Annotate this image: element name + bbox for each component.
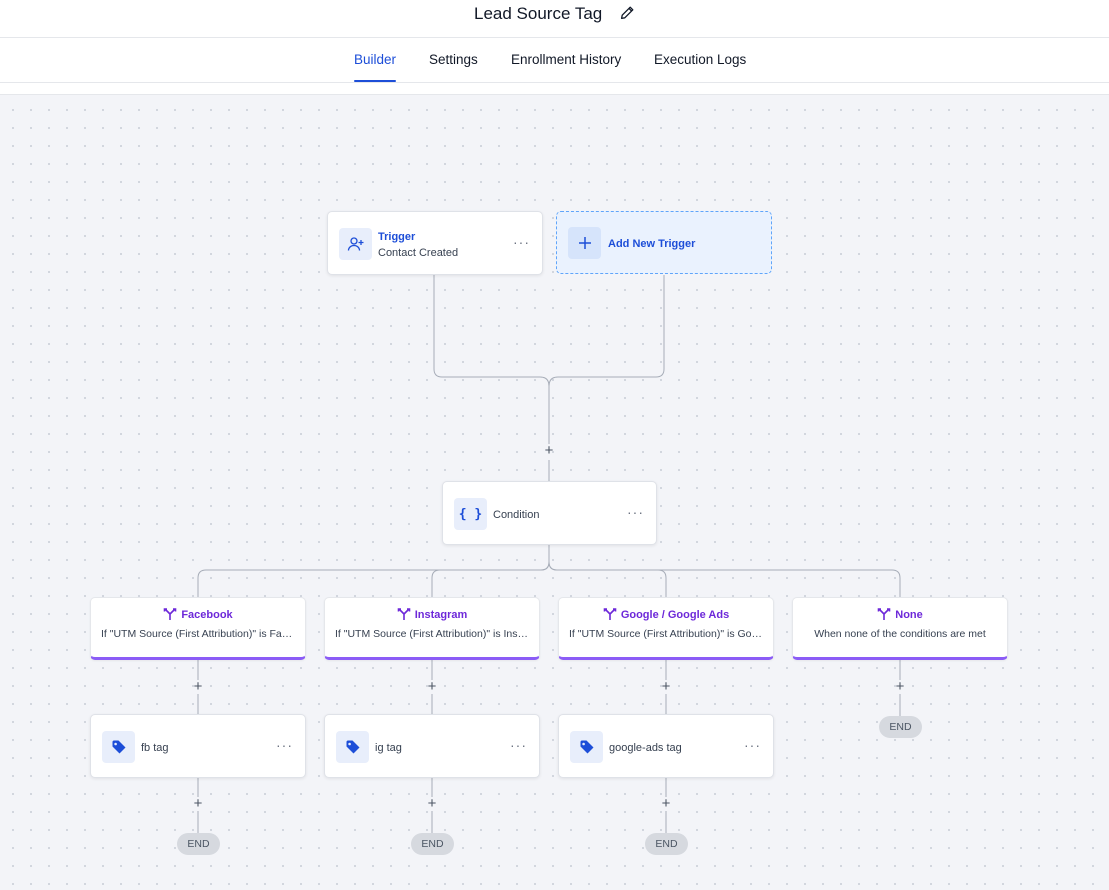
trigger-more-button[interactable]: ··· xyxy=(513,235,530,249)
branch-icon xyxy=(603,608,617,620)
trigger-node[interactable]: Trigger Contact Created ··· xyxy=(327,211,543,275)
workflow-title: Lead Source Tag xyxy=(474,4,603,23)
trigger-title: Trigger xyxy=(378,231,416,243)
tag-icon xyxy=(570,731,603,763)
add-step-plus-button[interactable]: + xyxy=(191,679,205,694)
tab-builder[interactable]: Builder xyxy=(354,52,397,82)
condition-more-button[interactable]: ··· xyxy=(627,505,644,519)
tab-settings[interactable]: Settings xyxy=(429,52,478,67)
action-node-fb-tag[interactable]: fb tag ··· xyxy=(90,714,306,778)
title-bar: Lead Source Tag xyxy=(0,0,1109,38)
action-more-button[interactable]: ··· xyxy=(276,738,293,752)
add-step-plus-button[interactable]: + xyxy=(425,796,439,811)
end-node: END xyxy=(177,833,220,855)
workflow-title-wrap: Lead Source Tag xyxy=(0,4,1109,24)
add-new-trigger-label: Add New Trigger xyxy=(608,238,696,250)
branch-google[interactable]: Google / Google Ads If "UTM Source (Firs… xyxy=(558,597,774,660)
add-step-plus-button[interactable]: + xyxy=(542,443,556,458)
pencil-icon[interactable] xyxy=(619,5,635,21)
add-step-plus-button[interactable]: + xyxy=(659,796,673,811)
branch-description: If "UTM Source (First Attribution)" is F… xyxy=(101,628,295,640)
branch-facebook[interactable]: Facebook If "UTM Source (First Attributi… xyxy=(90,597,306,660)
tab-enrollment-history[interactable]: Enrollment History xyxy=(511,52,621,67)
add-step-plus-button[interactable]: + xyxy=(659,679,673,694)
branch-icon xyxy=(877,608,891,620)
add-step-plus-button[interactable]: + xyxy=(191,796,205,811)
condition-label: Condition xyxy=(493,509,540,521)
tag-icon xyxy=(102,731,135,763)
user-plus-icon xyxy=(339,228,372,260)
branch-description: When none of the conditions are met xyxy=(814,628,986,640)
tab-bar: Builder Settings Enrollment History Exec… xyxy=(0,38,1109,83)
end-node: END xyxy=(411,833,454,855)
tab-execution-logs[interactable]: Execution Logs xyxy=(654,52,746,67)
branch-none[interactable]: None When none of the conditions are met xyxy=(792,597,1008,660)
action-label: ig tag xyxy=(375,742,402,754)
add-step-plus-button[interactable]: + xyxy=(425,679,439,694)
branch-name: Facebook xyxy=(181,609,233,621)
plus-icon xyxy=(568,227,601,259)
branch-name: Google / Google Ads xyxy=(620,609,730,621)
end-node: END xyxy=(879,716,922,738)
action-node-google-ads-tag[interactable]: google-ads tag ··· xyxy=(558,714,774,778)
action-more-button[interactable]: ··· xyxy=(744,738,761,752)
end-node: END xyxy=(645,833,688,855)
branch-icon xyxy=(397,608,411,620)
branch-description: If "UTM Source (First Attribution)" is G… xyxy=(569,628,763,640)
branch-name: Instagram xyxy=(414,609,468,621)
trigger-subtitle: Contact Created xyxy=(378,247,459,259)
add-step-plus-button[interactable]: + xyxy=(893,679,907,694)
action-label: fb tag xyxy=(141,742,169,754)
braces-icon: { } xyxy=(454,498,487,530)
branch-instagram[interactable]: Instagram If "UTM Source (First Attribut… xyxy=(324,597,540,660)
branch-name: None xyxy=(895,609,923,621)
tag-icon xyxy=(336,731,369,763)
branch-icon xyxy=(164,608,177,620)
action-node-ig-tag[interactable]: ig tag ··· xyxy=(324,714,540,778)
branch-description: If "UTM Source (First Attribution)" is I… xyxy=(335,628,529,640)
add-new-trigger-button[interactable]: Add New Trigger xyxy=(556,211,772,274)
action-label: google-ads tag xyxy=(609,742,682,754)
action-more-button[interactable]: ··· xyxy=(510,738,527,752)
condition-node[interactable]: { } Condition ··· xyxy=(442,481,657,545)
